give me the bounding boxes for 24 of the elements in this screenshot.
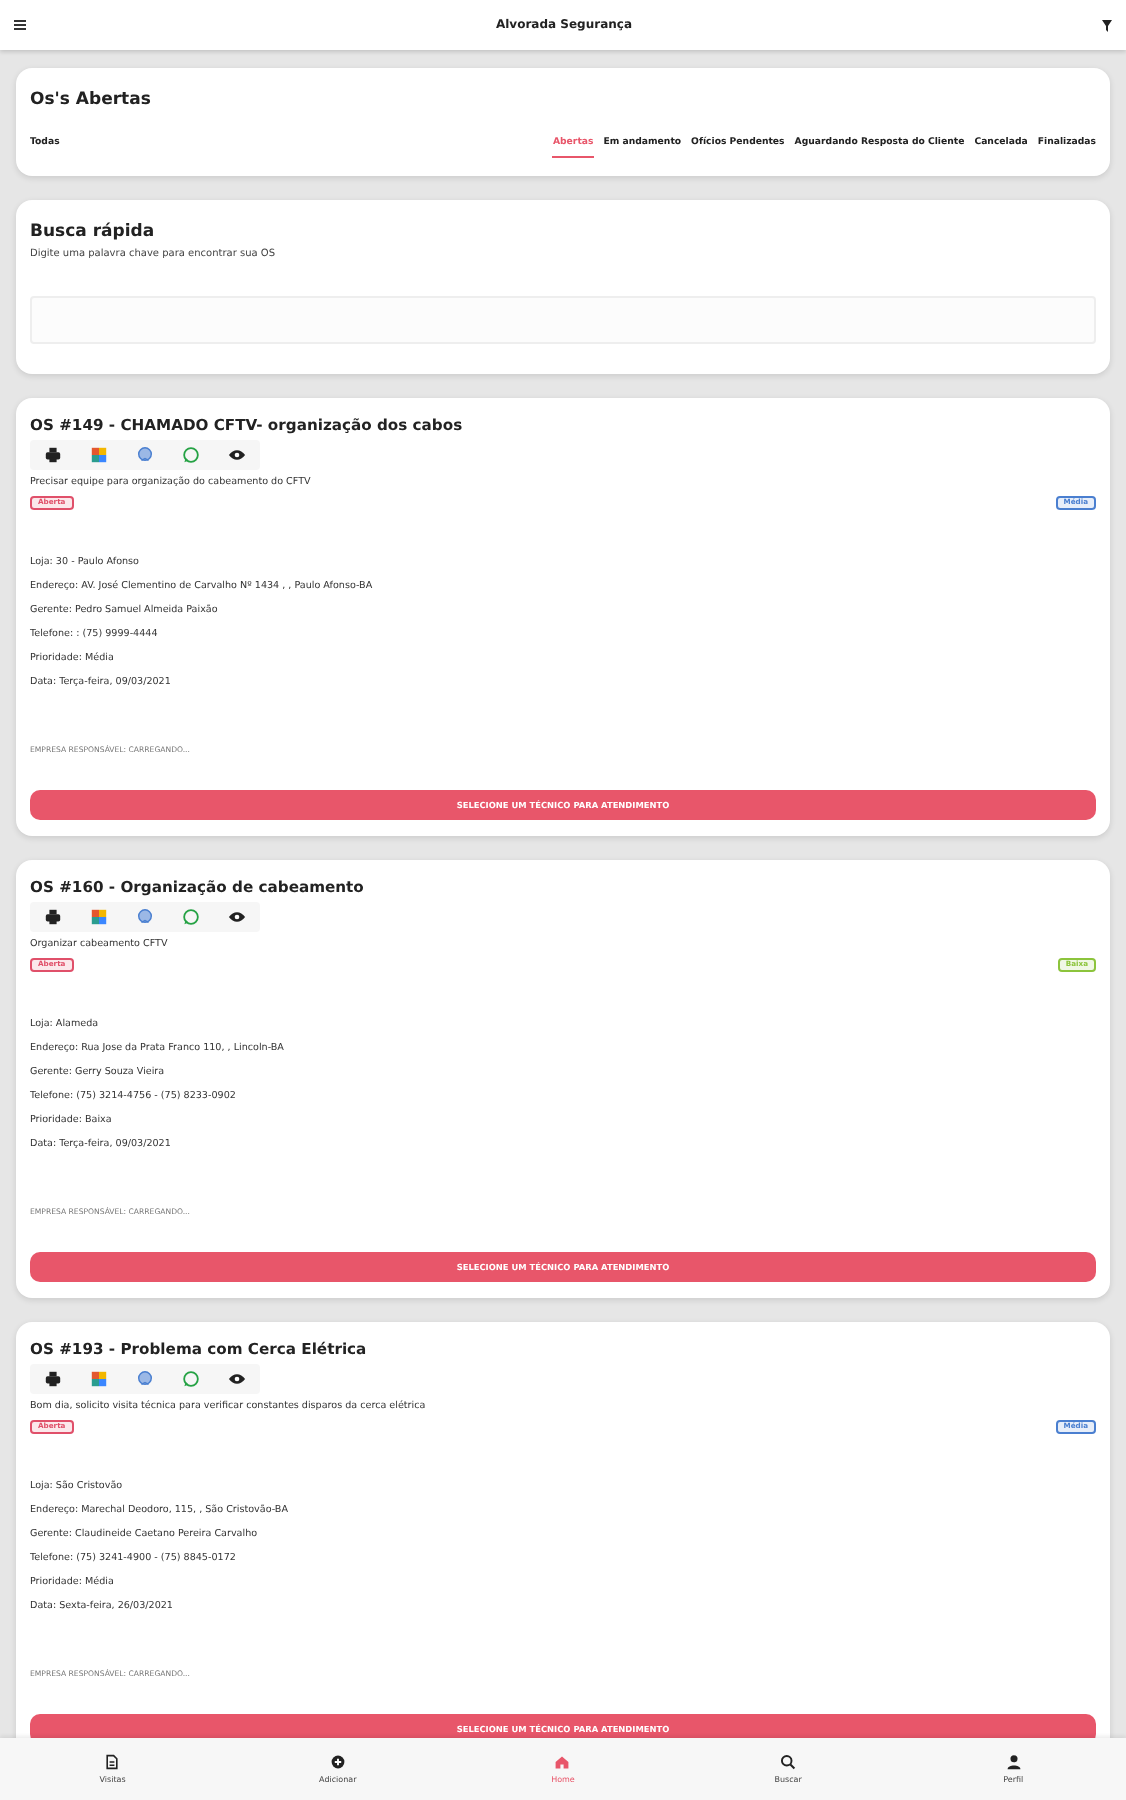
eye-icon	[228, 908, 246, 926]
panel-title: Os's Abertas	[30, 90, 153, 110]
colorful-grid-icon	[90, 908, 108, 926]
profile-nav-icon	[1005, 1754, 1022, 1770]
visits-nav-icon	[104, 1754, 121, 1770]
chat-bubble-icon	[182, 1370, 200, 1388]
printer-icon	[44, 1370, 62, 1388]
panel-title: Busca rápida	[30, 222, 157, 242]
chat-bubble-icon	[182, 908, 200, 926]
colorful-grid-icon	[90, 446, 108, 464]
printer-icon	[44, 446, 62, 464]
medal-icon	[136, 1370, 154, 1388]
colorful-grid-icon	[90, 1370, 108, 1388]
filter-icon[interactable]	[1101, 19, 1112, 31]
menu-icon[interactable]	[14, 20, 26, 30]
add-nav-icon	[329, 1754, 346, 1770]
printer-icon	[44, 908, 62, 926]
medal-icon	[136, 908, 154, 926]
medal-icon	[136, 446, 154, 464]
chat-bubble-icon	[182, 446, 200, 464]
eye-icon	[228, 446, 246, 464]
home-nav-icon	[554, 1754, 571, 1770]
eye-icon	[228, 1370, 246, 1388]
search-nav-icon	[780, 1754, 797, 1770]
